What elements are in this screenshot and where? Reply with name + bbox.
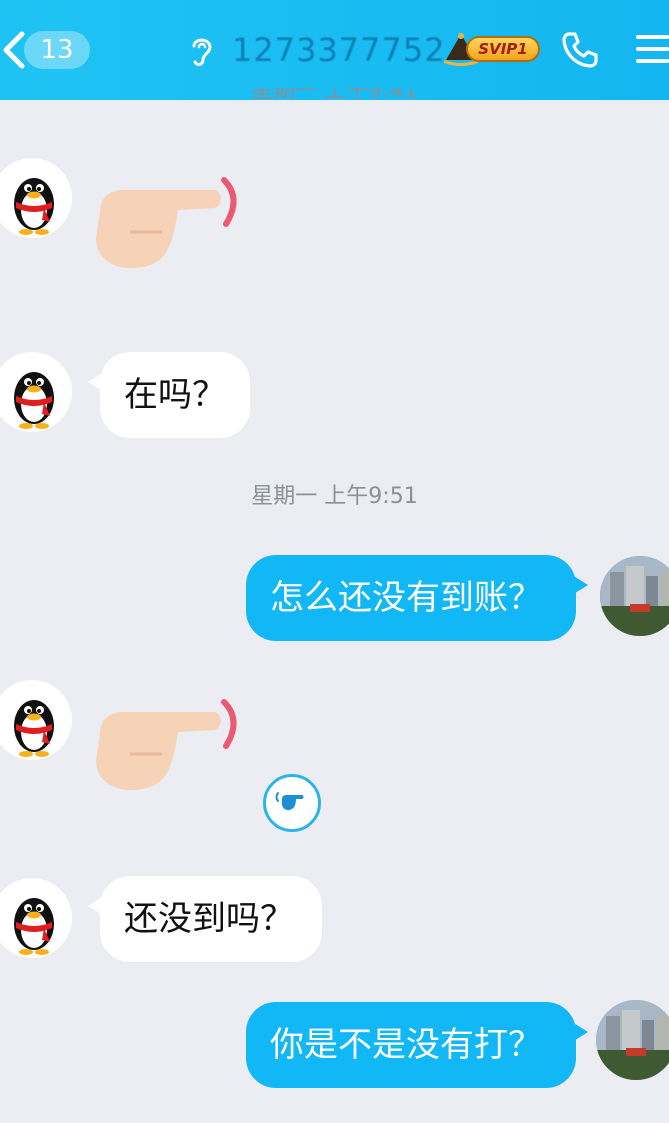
phone-icon[interactable]: [560, 30, 600, 70]
penguin-avatar-icon: [14, 178, 54, 235]
avatar[interactable]: [596, 1000, 669, 1080]
poke-finger-icon: [275, 792, 304, 810]
outgoing-message[interactable]: 你是不是没有打？: [246, 1002, 588, 1088]
poke-hand-icon[interactable]: [90, 172, 250, 272]
city-photo-avatar-icon: [596, 1000, 669, 1080]
svip-badge: SVIP1: [442, 30, 542, 68]
chat-header: 13 1273377752 SVIP1: [0, 0, 669, 100]
avatar[interactable]: [0, 878, 72, 958]
incoming-message[interactable]: 在吗？: [88, 352, 250, 438]
timestamp: 星期一 上午9:41: [251, 88, 418, 103]
penguin-avatar-icon: [14, 700, 54, 757]
poke-hand-icon[interactable]: [90, 694, 250, 794]
unread-count-badge[interactable]: 13: [24, 31, 90, 69]
timestamp: 星期一 上午9:51: [251, 484, 418, 509]
city-photo-avatar-icon: [600, 556, 669, 636]
ear-icon[interactable]: [188, 34, 216, 68]
menu-icon[interactable]: [632, 32, 669, 66]
poke-back-button[interactable]: [263, 774, 321, 832]
svip-level: SVIP1: [466, 36, 540, 62]
avatar[interactable]: [0, 680, 72, 760]
contact-name: 1273377752: [232, 31, 446, 69]
avatar[interactable]: [0, 352, 72, 432]
outgoing-message[interactable]: 怎么还没有到账？: [246, 555, 588, 641]
incoming-message[interactable]: 还没到吗？: [88, 876, 322, 962]
avatar[interactable]: [600, 556, 669, 636]
penguin-avatar-icon: [14, 898, 54, 955]
penguin-avatar-icon: [14, 372, 54, 429]
avatar[interactable]: [0, 158, 72, 238]
